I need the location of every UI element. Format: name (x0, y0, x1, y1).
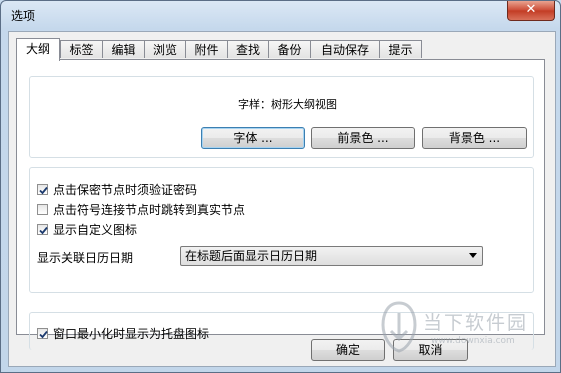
tab-browse[interactable]: 浏览 (144, 40, 186, 58)
window-title: 选项 (11, 9, 36, 23)
jump-to-real-node-label: 点击符号连接节点时跳转到真实节点 (53, 203, 246, 217)
tab-attachments[interactable]: 附件 (185, 40, 228, 58)
tab-autosave[interactable]: 自动保存 (310, 40, 380, 58)
tab-find[interactable]: 查找 (227, 40, 269, 58)
checkbox-box[interactable] (37, 224, 48, 235)
watermark-text: 当下软件园 (423, 312, 529, 334)
chevron-down-icon (469, 253, 477, 258)
minimize-to-tray-label: 窗口最小化时显示为托盘图标 (53, 327, 210, 341)
jump-to-real-node-checkbox[interactable]: 点击符号连接节点时跳转到真实节点 (37, 201, 245, 218)
show-custom-icons-checkbox[interactable]: 显示自定义图标 (37, 221, 137, 238)
checkmark-icon (39, 186, 48, 195)
checkbox-box[interactable] (37, 328, 48, 339)
watermark: 当下软件园 www.downxia.com (379, 299, 549, 359)
watermark-logo-icon (381, 301, 417, 353)
calendar-date-select[interactable]: 在标题后面显示日历日期 (180, 246, 483, 266)
tab-outline[interactable]: 大纲 (16, 38, 60, 61)
font-sample-label: 字样： (238, 98, 271, 111)
tab-tips[interactable]: 提示 (379, 40, 422, 58)
calendar-date-label: 显示关联日历日期 (37, 251, 134, 265)
font-group: 字样：树形大纲视图 字体 ... 前景色 ... 背景色 ... (29, 76, 534, 158)
calendar-date-value: 在标题后面显示日历日期 (185, 249, 318, 263)
checkmark-icon (39, 226, 48, 235)
font-sample: 字样：树形大纲视图 (238, 96, 337, 112)
tab-tags[interactable]: 标签 (60, 40, 103, 58)
minimize-to-tray-checkbox[interactable]: 窗口最小化时显示为托盘图标 (37, 325, 209, 342)
verify-password-label: 点击保密节点时须验证密码 (53, 183, 198, 197)
background-color-button[interactable]: 背景色 ... (422, 127, 527, 149)
watermark-url: www.downxia.com (431, 336, 515, 346)
checkmark-icon (39, 330, 48, 339)
close-button[interactable]: ✕ (507, 1, 555, 21)
font-sample-text: 树形大纲视图 (271, 98, 337, 111)
options-dialog: 选项 ✕ 大纲 标签 编辑 浏览 附件 查找 备份 自动保存 提示 字样：树形大… (0, 0, 561, 373)
foreground-color-button[interactable]: 前景色 ... (311, 127, 415, 149)
checkbox-box[interactable] (37, 184, 48, 195)
tab-edit[interactable]: 编辑 (102, 40, 145, 58)
ok-button[interactable]: 确定 (311, 339, 385, 361)
font-button[interactable]: 字体 ... (201, 127, 305, 149)
verify-password-checkbox[interactable]: 点击保密节点时须验证密码 (37, 181, 197, 198)
checkbox-box[interactable] (37, 204, 48, 215)
options-group: 点击保密节点时须验证密码 点击符号连接节点时跳转到真实节点 显示自定义图标 显示… (29, 167, 534, 293)
tab-page-outline: 字样：树形大纲视图 字体 ... 前景色 ... 背景色 ... 点击保密节点时… (16, 59, 545, 350)
tab-backup[interactable]: 备份 (268, 40, 311, 58)
show-custom-icons-label: 显示自定义图标 (53, 223, 138, 237)
